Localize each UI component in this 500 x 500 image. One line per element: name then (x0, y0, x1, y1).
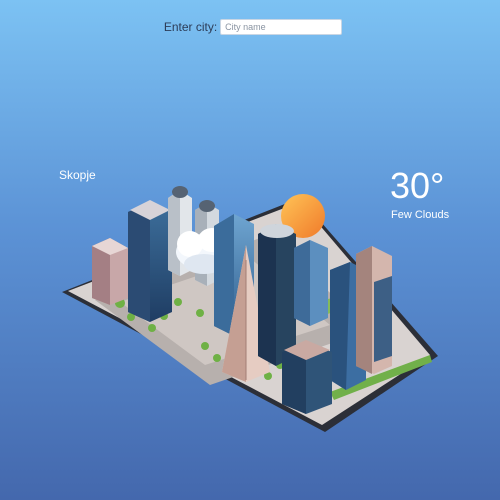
city-illustration (62, 186, 438, 432)
building-dark-tower (258, 224, 296, 366)
building-mid-right (294, 240, 328, 326)
building-left-low (92, 238, 128, 305)
building-front-dark (282, 340, 332, 414)
building-right-pink (356, 246, 392, 374)
building-office-tall (128, 200, 172, 322)
